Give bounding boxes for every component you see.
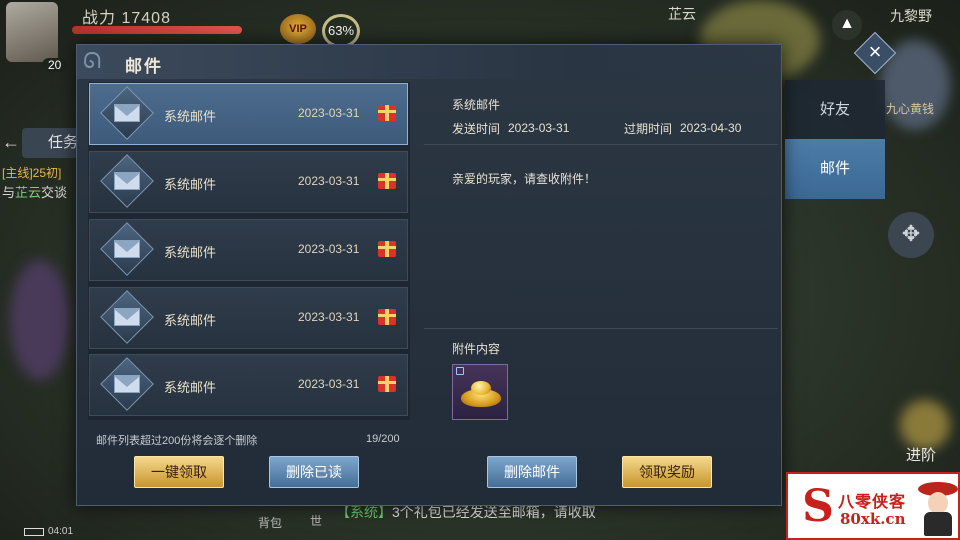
expire-time-label: 过期时间	[624, 122, 673, 136]
mail-sender: 系统邮件	[164, 313, 217, 328]
envelope-icon	[100, 154, 154, 208]
claim-all-button[interactable]: 一键领取	[134, 456, 224, 488]
envelope-icon	[100, 222, 154, 276]
attachment-slot[interactable]	[452, 364, 508, 420]
mail-item[interactable]: 系统邮件 2023-03-31	[89, 83, 408, 145]
background-decoration	[10, 260, 70, 380]
sent-time-label: 发送时间	[452, 122, 501, 136]
tab-mail[interactable]: 邮件	[785, 139, 885, 199]
npc-name-right: 九心黄钱	[886, 102, 935, 116]
tab-friends[interactable]: 好友	[785, 80, 885, 140]
list-limit-note: 邮件列表超过200份将会逐个删除	[96, 435, 258, 447]
combat-power-label: 战力	[82, 10, 117, 27]
mail-date: 2023-03-31	[298, 174, 360, 188]
envelope-icon	[100, 357, 154, 411]
envelope-icon	[100, 290, 154, 344]
mail-body: 亲爱的玩家，请查收附件！	[452, 172, 597, 186]
sent-time-value: 2023-03-31	[508, 121, 570, 135]
chat-text: 3个礼包已经发送至邮箱，请收取	[392, 504, 596, 520]
background-decoration	[900, 400, 950, 450]
mail-date: 2023-03-31	[298, 242, 360, 256]
mail-item[interactable]: 系统邮件 2023-03-31	[89, 354, 408, 416]
dialog-title: 邮件	[125, 57, 163, 76]
battery-icon	[24, 528, 44, 536]
skill-joystick-icon[interactable]: ✥	[888, 212, 934, 258]
npc-name-top: 芷云	[668, 6, 696, 22]
mail-sender: 系统邮件	[164, 380, 217, 395]
watermark-logo: S 八零侠客 80xk.cn	[786, 472, 960, 540]
attachment-label: 附件内容	[452, 342, 501, 356]
expire-time-value: 2023-04-30	[680, 121, 742, 135]
quest-prefix: 与	[2, 185, 16, 200]
mascot-icon	[918, 478, 958, 538]
watermark-url: 80xk.cn	[840, 510, 906, 528]
mail-detail: 系统邮件 发送时间 2023-03-31 过期时间 2023-04-30 亲爱的…	[424, 82, 778, 422]
combat-power-value: 17408	[121, 10, 171, 27]
gift-icon	[378, 241, 396, 257]
gold-ingot-icon	[461, 379, 501, 409]
chat-channel: 【系统】	[336, 504, 392, 520]
delete-read-button[interactable]: 删除已读	[269, 456, 359, 488]
quest-npc: 芷云	[15, 185, 42, 200]
progress-ring[interactable]: 63%	[322, 14, 360, 48]
npc-name-top-right: 九黎野	[890, 8, 932, 24]
dragon-s-logo-icon: S	[802, 481, 834, 532]
mail-list[interactable]: 系统邮件 2023-03-31 系统邮件 2023-03-31 系统邮件 202…	[88, 82, 410, 420]
gift-icon	[378, 105, 396, 121]
vip-badge[interactable]: VIP	[280, 14, 316, 44]
gift-icon	[378, 173, 396, 189]
player-avatar[interactable]	[6, 2, 58, 62]
mail-item[interactable]: 系统邮件 2023-03-31	[89, 219, 408, 281]
mail-date: 2023-03-31	[298, 377, 360, 391]
player-level: 20	[42, 58, 68, 72]
mail-date: 2023-03-31	[298, 106, 360, 120]
mail-date: 2023-03-31	[298, 310, 360, 324]
combat-power: 战力 17408	[82, 4, 171, 28]
mail-sender: 系统邮件	[164, 177, 217, 192]
back-arrow-icon[interactable]: ←	[2, 132, 20, 153]
quest-suffix: 交谈	[41, 185, 68, 200]
mail-count: 19/200	[366, 433, 400, 445]
watermark-cn: 八零侠客	[838, 494, 907, 511]
dialog-header: ᘏ 邮件	[77, 45, 781, 79]
envelope-icon	[100, 86, 154, 140]
cloud-swirl-icon: ᘏ	[83, 48, 102, 73]
collapse-up-icon[interactable]: ▲	[832, 10, 862, 40]
quest-desc[interactable]: 与芷云交谈	[2, 182, 67, 201]
bag-button[interactable]: 背包	[258, 514, 282, 531]
quest-title[interactable]: [主线]25初]	[2, 164, 61, 181]
lock-icon	[456, 367, 464, 375]
clock: 04:01	[48, 526, 74, 537]
gift-icon	[378, 309, 396, 325]
mail-item[interactable]: 系统邮件 2023-03-31	[89, 151, 408, 213]
advance-button[interactable]: 进阶	[906, 444, 936, 465]
divider	[424, 328, 778, 329]
hp-bar	[72, 26, 242, 34]
detail-sender: 系统邮件	[452, 98, 501, 112]
delete-mail-button[interactable]: 删除邮件	[487, 456, 577, 488]
mail-item[interactable]: 系统邮件 2023-03-31	[89, 287, 408, 349]
world-chat-tab[interactable]: 世	[310, 512, 322, 529]
mail-sender: 系统邮件	[164, 109, 217, 124]
claim-reward-button[interactable]: 领取奖励	[622, 456, 712, 488]
close-icon: ×	[868, 39, 882, 64]
gift-icon	[378, 376, 396, 392]
divider	[424, 144, 778, 145]
chat-message[interactable]: 【系统】3个礼包已经发送至邮箱，请收取	[336, 504, 606, 521]
mail-sender: 系统邮件	[164, 245, 217, 260]
